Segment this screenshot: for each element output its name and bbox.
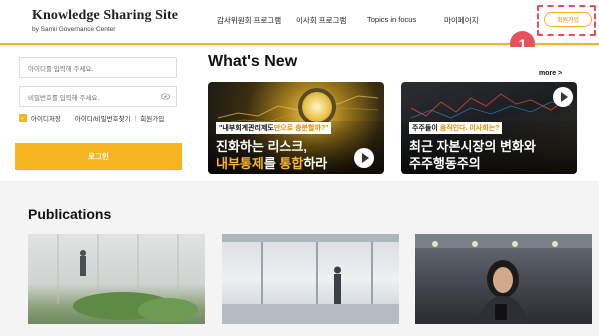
site-logo-title[interactable]: Knowledge Sharing Site <box>32 8 178 24</box>
signup-link[interactable]: 회원가입 <box>140 113 164 123</box>
news-card-headline-2: 주주행동주의 <box>409 156 481 171</box>
find-id-password-link[interactable]: 아이디/비밀번호찾기 <box>75 113 131 123</box>
commuter-image-graphic <box>415 234 592 324</box>
eye-icon[interactable] <box>161 93 170 100</box>
whats-new-title: What's New <box>208 53 298 70</box>
nav-audit-committee[interactable]: 감사위원회 프로그램 <box>217 15 281 26</box>
nav-my-page[interactable]: 마이페이지 <box>444 15 479 26</box>
remember-id-checkbox[interactable]: ✓ <box>19 114 27 122</box>
id-input[interactable]: 아이디를 입력해 주세요. <box>19 57 177 78</box>
news-card-headline-2: 내부통제를 통합하라 <box>216 156 328 171</box>
play-icon[interactable] <box>354 148 374 168</box>
password-input[interactable]: 비밀번호를 입력해 주세요. <box>19 86 177 107</box>
publication-card-window[interactable] <box>222 234 399 324</box>
nav-topics-in-focus[interactable]: Topics in focus <box>367 15 416 24</box>
publication-card-commuter[interactable] <box>415 234 592 324</box>
publication-card-office[interactable] <box>28 234 205 324</box>
news-card-internal-control[interactable]: "내부회계관리제도만으로 충분할까?" 진화하는 리스크, 내부통제를 통합하라 <box>208 82 384 174</box>
window-image-graphic <box>222 234 399 324</box>
remember-id-label[interactable]: 아이디저장 <box>31 113 61 123</box>
site-header: Knowledge Sharing Site by Samil Governan… <box>0 0 599 45</box>
news-card-shareholder-activism[interactable]: 주주들이 움직인다. 이사회는? 최근 자본시장의 변화와 주주행동주의 <box>401 82 577 174</box>
login-panel: 아이디를 입력해 주세요. 비밀번호를 입력해 주세요. ✓ 아이디저장 아이디… <box>0 47 194 181</box>
signup-button[interactable]: 회원가입 <box>544 12 592 27</box>
news-card-tag: 주주들이 움직인다. 이사회는? <box>409 122 503 134</box>
password-placeholder: 비밀번호를 입력해 주세요. <box>28 94 100 102</box>
login-button[interactable]: 로그인 <box>15 143 182 170</box>
more-link[interactable]: more > <box>539 70 562 77</box>
office-image-graphic <box>57 234 198 322</box>
publications-title: Publications <box>28 206 112 222</box>
play-icon[interactable] <box>553 87 573 107</box>
link-separator: | <box>134 114 137 122</box>
site-logo-subtitle: by Samil Governance Center <box>32 26 116 33</box>
news-card-tag: "내부회계관리제도만으로 충분할까?" <box>216 122 332 134</box>
nav-board-program[interactable]: 이사회 프로그램 <box>296 15 346 26</box>
login-options-row: ✓ 아이디저장 아이디/비밀번호찾기 | 회원가입 <box>19 113 164 123</box>
